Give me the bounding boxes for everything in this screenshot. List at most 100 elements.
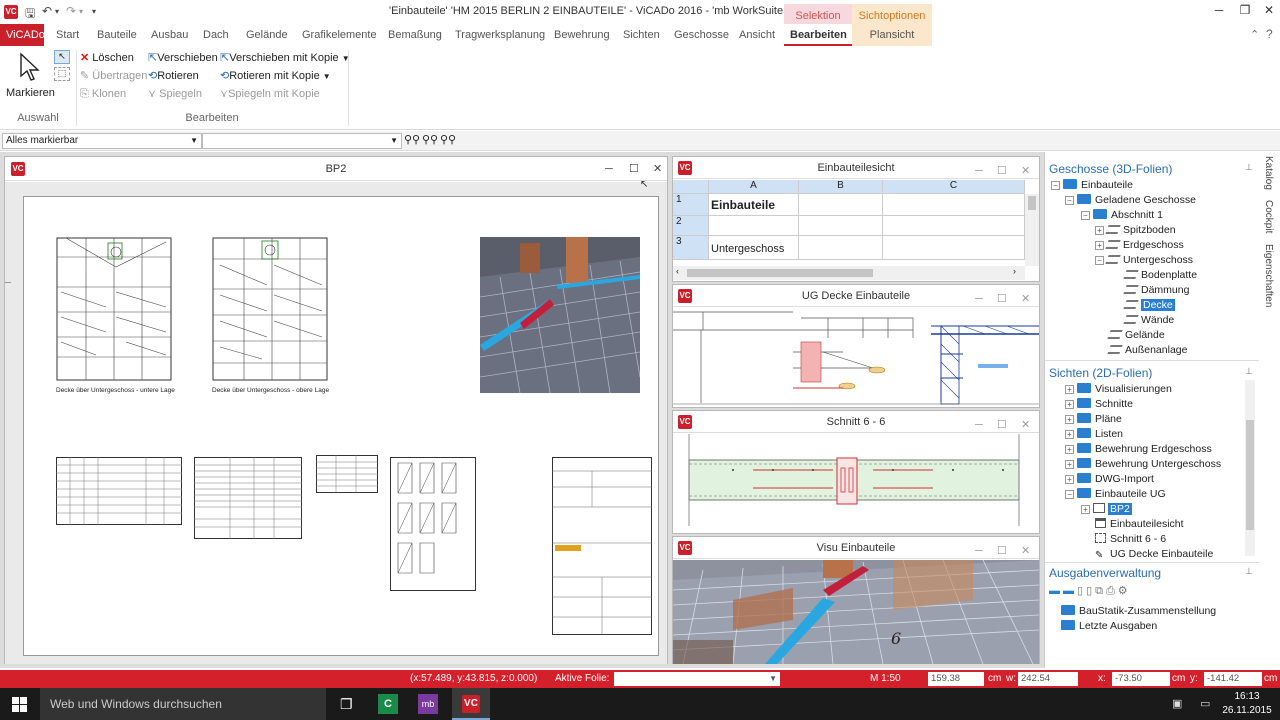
cell-a3[interactable]: Untergeschoss [709,236,799,260]
task-view-icon[interactable]: ❐ [340,696,353,713]
maximize-icon[interactable]: ❐ [1232,3,1258,17]
clock-date[interactable]: 26.11.2015 [1216,705,1278,716]
cell-c3[interactable] [883,236,1025,260]
new-folder-icon[interactable]: ▬ [1063,585,1077,597]
bp2-window[interactable]: VC BP2 ─ ☐ ✕ Decke über Untergeschoss - … [4,156,668,664]
window-close-icon[interactable]: ✕ [1021,540,1030,562]
window-close-icon[interactable]: ✕ [1021,288,1030,310]
detail-drawings[interactable] [390,457,476,591]
window-minimize-icon[interactable]: ─ [975,540,983,562]
tree-plaene[interactable]: + Pläne [1065,412,1122,427]
tree-dwg-import[interactable]: + DWG-Import [1065,472,1154,487]
copy-icon[interactable]: ⧉ [1095,585,1106,597]
tree-untergeschoss[interactable]: − Untergeschoss [1095,253,1193,268]
row-header[interactable]: 2 [673,216,709,236]
tree-baustatik[interactable]: BauStatik-Zusammenstellung [1061,604,1216,619]
col-header[interactable]: B [799,180,883,194]
doc-icon[interactable]: ▯ [1086,585,1095,597]
window-minimize-icon[interactable]: ─ [605,157,613,181]
open-folder-icon[interactable]: ▬ [1049,585,1063,597]
klonen-button[interactable]: ⎘ Klonen [80,86,126,102]
cell-c1[interactable] [883,194,1025,216]
tree-daemmung[interactable]: Dämmung [1123,283,1189,298]
window-maximize-icon[interactable]: ☐ [997,160,1007,182]
einbauteilesicht-window[interactable]: VC Einbauteilesicht ─ ☐ ✕ A B C 1 2 3 Ei… [672,156,1040,282]
visu-window[interactable]: VC Visu Einbauteile ─ ☐ ✕ 6 [672,536,1040,664]
collapse-ribbon-icon[interactable]: ⌃ [1250,28,1259,41]
tree-decke[interactable]: Decke [1123,298,1175,313]
col-header[interactable]: C [883,180,1025,194]
title-block[interactable] [552,457,652,635]
tree-bewehrung-ug[interactable]: + Bewehrung Untergeschoss [1065,457,1221,472]
pin-icon[interactable]: ⊥ [1245,366,1253,377]
taskbar-search[interactable]: Web und Windows durchsuchen [40,688,326,720]
tree-letzte-ausgaben[interactable]: Letzte Ausgaben [1061,619,1157,634]
row-header[interactable]: 3 [673,236,709,260]
select-window-icon[interactable]: ⬚ [54,67,70,81]
tab-vicado[interactable]: ViCADo [0,24,45,46]
side-tab-katalog[interactable]: Katalog [1263,156,1274,190]
windows-start-icon[interactable] [12,697,27,712]
tab-grafikelemente[interactable]: Grafikelemente [296,24,383,46]
app-mb-icon[interactable]: mb [418,694,438,714]
binoculars-filter-icon[interactable]: ⚲⚲ [422,133,438,146]
cell-b3[interactable] [799,236,883,260]
side-tab-eigenschaften[interactable]: Eigenschaften [1263,244,1274,307]
tree-waende[interactable]: Wände [1123,313,1174,328]
window-minimize-icon[interactable]: ─ [975,288,983,310]
tree-bewehrung-eg[interactable]: + Bewehrung Erdgeschoss [1065,442,1212,457]
window-minimize-icon[interactable]: ─ [975,160,983,182]
tab-plansicht[interactable]: Plansicht [852,24,932,46]
tab-tragwerksplanung[interactable]: Tragwerksplanung [449,24,551,46]
tab-bewehrung[interactable]: Bewehrung [548,24,616,46]
schedule-table-1[interactable] [56,457,182,525]
cell-b2[interactable] [799,216,883,236]
tree-abschnitt-1[interactable]: − Abschnitt 1 [1081,208,1163,223]
tree-bp2[interactable]: + BP2 [1081,502,1132,517]
verschieben-kopie-button[interactable]: ⇱Verschieben mit Kopie ▼ [220,50,350,66]
ug-decke-window[interactable]: VC UG Decke Einbauteile ─ ☐ ✕ [672,284,1040,408]
uebertragen-button[interactable]: ✎ Übertragen [80,68,147,84]
help-icon[interactable]: ? [1266,27,1273,41]
spiegeln-kopie-button[interactable]: ⋎Spiegeln mit Kopie [220,86,320,102]
ug-decke-drawing[interactable] [673,308,1039,408]
tree-listen[interactable]: + Listen [1065,427,1123,442]
plan-canvas[interactable]: Decke über Untergeschoss - untere Lage D… [5,182,667,664]
active-layer-select[interactable]: ▼ [614,672,780,686]
tab-sichten[interactable]: Sichten [617,24,666,46]
col-header[interactable]: A [709,180,799,194]
tree-erdgeschoss[interactable]: + Erdgeschoss [1095,238,1184,253]
minimize-icon[interactable]: ─ [1206,3,1232,17]
cell-b1[interactable] [799,194,883,216]
vertical-scrollbar[interactable] [1025,194,1039,266]
secondary-filter-select[interactable]: ▼ [202,133,402,149]
schnitt-drawing[interactable] [673,434,1039,534]
schedule-table-2[interactable] [194,457,302,539]
tree-einbauteile[interactable]: − Einbauteile [1051,178,1133,193]
tree-gelaende[interactable]: Gelände [1107,328,1165,343]
row-header[interactable]: 1 [673,194,709,216]
tree-bodenplatte[interactable]: Bodenplatte [1123,268,1197,283]
tab-dach[interactable]: Dach [197,24,235,46]
tab-ausbau[interactable]: Ausbau [145,24,194,46]
scroll-left-icon[interactable]: ‹ [676,266,679,276]
tree-visualisierungen[interactable]: + Visualisierungen [1065,382,1172,397]
scroll-right-icon[interactable]: › [1013,266,1016,276]
new-doc-icon[interactable]: ▯ [1077,585,1086,597]
network-icon[interactable]: ▣ [1172,697,1182,710]
tree-scrollbar[interactable] [1245,380,1255,556]
binoculars-icon[interactable]: ⚲⚲ [404,133,420,146]
tree-ug-decke[interactable]: ✎ UG Decke Einbauteile [1095,547,1213,562]
pin-icon[interactable]: ⊥ [1245,566,1253,577]
rotieren-kopie-button[interactable]: ⟲Rotieren mit Kopie ▼ [220,68,331,84]
plan-sheet[interactable]: Decke über Untergeschoss - untere Lage D… [23,196,659,656]
render-3d-thumbnail[interactable] [480,237,640,393]
dimension-field-1[interactable]: 159.38 [928,672,984,686]
tab-ansicht[interactable]: Ansicht [733,24,781,46]
tab-start[interactable]: Start [50,24,85,46]
window-maximize-icon[interactable]: ☐ [997,414,1007,436]
notification-icon[interactable]: ▭ [1200,697,1210,710]
horizontal-scrollbar[interactable]: ‹ › [673,266,1025,280]
floor-plan-upper-layer[interactable] [212,237,328,381]
scroll-thumb[interactable] [687,269,873,277]
